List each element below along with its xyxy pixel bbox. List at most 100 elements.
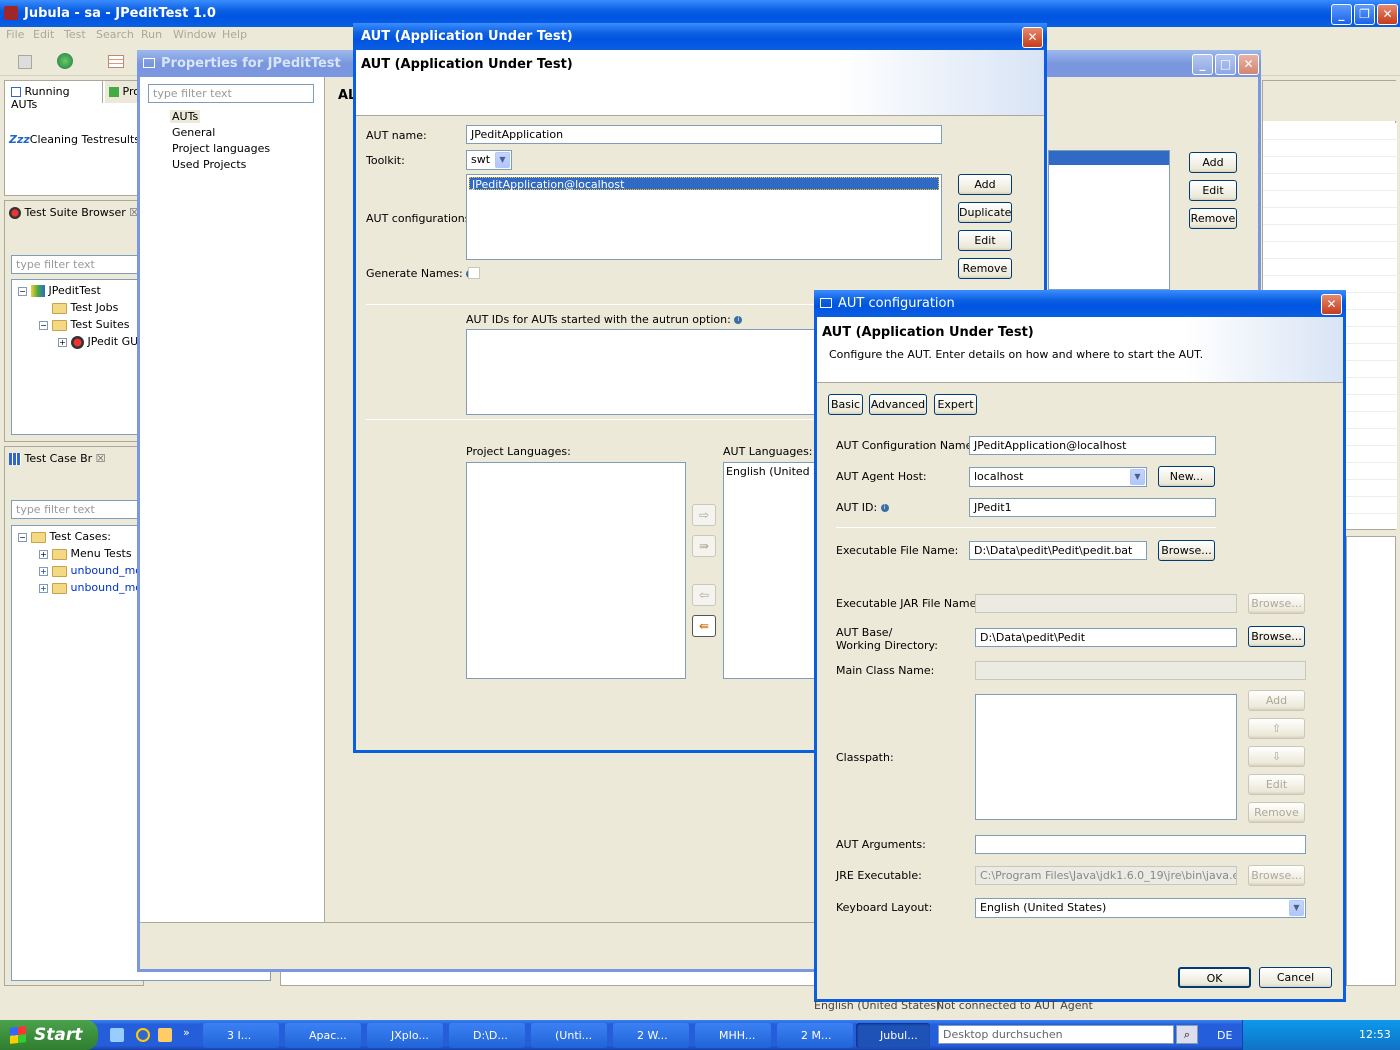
aut-list-selected-row[interactable] xyxy=(1049,151,1169,165)
expand-icon[interactable]: + xyxy=(39,583,48,593)
aut-config-title-bar[interactable]: AUT configuration ✕ xyxy=(814,290,1346,317)
aut-languages-list[interactable]: English (United Sta xyxy=(723,462,823,679)
close-button[interactable]: ✕ xyxy=(1238,54,1259,75)
taskbar-button[interactable]: JXplo... xyxy=(367,1023,443,1048)
nav-item-project-languages[interactable]: Project languages xyxy=(172,142,270,155)
save-icon[interactable] xyxy=(18,55,32,69)
properties-filter-input[interactable]: type filter text xyxy=(148,84,314,103)
advanced-mode-button[interactable]: Advanced xyxy=(869,394,927,415)
exe-browse-button[interactable]: Browse... xyxy=(1158,540,1215,561)
search-icon[interactable]: ⌕ xyxy=(1176,1025,1198,1044)
aut-edit-button[interactable]: Edit xyxy=(1189,180,1237,201)
autrun-list[interactable] xyxy=(466,329,826,415)
aut-id-input[interactable]: JPedit1 xyxy=(969,498,1216,517)
language-indicator[interactable]: DE xyxy=(1217,1029,1232,1042)
collapse-icon[interactable]: − xyxy=(18,286,27,296)
config-name-input[interactable]: JPeditApplication@localhost xyxy=(969,436,1216,455)
aut-dialog-title-bar[interactable]: AUT (Application Under Test) ✕ xyxy=(353,23,1047,50)
project-languages-list[interactable] xyxy=(466,462,686,679)
tree-item-jpedit-gui[interactable]: + JPedit GU xyxy=(58,335,138,349)
base-dir-browse-button[interactable]: Browse... xyxy=(1248,626,1305,647)
start-button[interactable]: Start xyxy=(0,1020,98,1050)
menu-window[interactable]: Window xyxy=(173,28,216,41)
expert-mode-button[interactable]: Expert xyxy=(934,394,977,415)
menu-run[interactable]: Run xyxy=(141,28,162,41)
aut-configurations-list[interactable]: JPeditApplication@localhost xyxy=(466,174,942,260)
tree-item-test-jobs[interactable]: Test Jobs xyxy=(52,301,118,314)
tree-item-test-cases[interactable]: − Test Cases: xyxy=(18,530,111,543)
config-duplicate-button[interactable]: Duplicate xyxy=(958,202,1012,223)
taskbar-button[interactable]: MHH... xyxy=(695,1023,771,1048)
taskbar-button[interactable]: Apac... xyxy=(285,1023,361,1048)
collapse-icon[interactable]: − xyxy=(39,320,48,330)
close-tab-icon[interactable]: ☒ xyxy=(96,452,106,465)
quicklaunch-icon[interactable] xyxy=(158,1028,172,1042)
aut-language-item[interactable]: English (United Sta xyxy=(726,465,822,478)
test-suite-filter-input[interactable]: type filter text xyxy=(11,255,145,274)
arrow-left-icon[interactable]: ⇦ xyxy=(692,584,716,606)
aut-add-button[interactable]: Add xyxy=(1189,152,1237,173)
taskbar-button[interactable]: D:\D... xyxy=(449,1023,525,1048)
nav-item-used-projects[interactable]: Used Projects xyxy=(172,158,246,171)
chevron-down-icon[interactable]: ▼ xyxy=(495,152,510,168)
menu-test[interactable]: Test xyxy=(64,28,86,41)
aut-remove-button[interactable]: Remove xyxy=(1189,208,1237,229)
double-arrow-left-icon[interactable]: ⇚ xyxy=(692,615,716,637)
globe-icon[interactable] xyxy=(57,53,73,69)
arrow-right-icon[interactable]: ⇨ xyxy=(692,504,716,526)
ok-button[interactable]: OK xyxy=(1178,967,1251,988)
menu-edit[interactable]: Edit xyxy=(33,28,54,41)
table-icon[interactable] xyxy=(108,55,124,68)
minimize-button[interactable]: _ xyxy=(1192,54,1213,75)
chevron-down-icon[interactable]: ▼ xyxy=(1130,469,1145,485)
restore-button[interactable]: ❐ xyxy=(1354,4,1375,25)
maximize-button[interactable]: □ xyxy=(1215,54,1236,75)
tab-test-case-browser[interactable]: Test Case Br ☒ xyxy=(5,447,131,471)
minimize-button[interactable]: _ xyxy=(1331,4,1352,25)
taskbar-button[interactable]: 2 M... xyxy=(777,1023,853,1048)
test-case-filter-input[interactable]: type filter text xyxy=(11,500,145,519)
taskbar-button[interactable]: (Unti... xyxy=(531,1023,607,1048)
ie-icon[interactable] xyxy=(136,1028,150,1042)
expand-icon[interactable]: + xyxy=(39,549,48,559)
tab-test-suite-browser[interactable]: Test Suite Browser ☒ xyxy=(5,201,141,225)
tab-running-auts[interactable]: Running AUTs xyxy=(5,81,103,111)
taskbar-button[interactable]: 3 I... xyxy=(203,1023,279,1048)
quicklaunch-icon[interactable] xyxy=(110,1028,124,1042)
keyboard-layout-select[interactable]: English (United States) ▼ xyxy=(975,898,1306,918)
base-dir-input[interactable]: D:\Data\pedit\Pedit xyxy=(975,628,1237,647)
basic-mode-button[interactable]: Basic xyxy=(828,394,863,415)
desktop-search-input[interactable]: Desktop durchsuchen xyxy=(938,1025,1174,1044)
tree-item-test-suites[interactable]: − Test Suites xyxy=(39,318,129,331)
collapse-icon[interactable]: − xyxy=(18,532,27,542)
agent-host-select[interactable]: localhost ▼ xyxy=(969,467,1147,487)
config-remove-button[interactable]: Remove xyxy=(958,258,1012,279)
tree-item-unbound-2[interactable]: + unbound_mo xyxy=(39,581,142,594)
toolkit-select[interactable]: swt ▼ xyxy=(466,150,512,170)
tree-item-menu-tests[interactable]: + Menu Tests xyxy=(39,547,132,560)
taskbar-button-active[interactable]: Jubul... xyxy=(856,1023,930,1048)
double-arrow-right-icon[interactable]: ⇛ xyxy=(692,535,716,557)
menu-help[interactable]: Help xyxy=(222,28,247,41)
taskbar-button[interactable]: 2 W... xyxy=(613,1023,689,1048)
cancel-button[interactable]: Cancel xyxy=(1259,967,1332,988)
tree-item-project[interactable]: − JPeditTest xyxy=(18,284,101,297)
menu-file[interactable]: File xyxy=(6,28,24,41)
exe-file-input[interactable]: D:\Data\pedit\Pedit\pedit.bat xyxy=(969,541,1147,560)
aut-arguments-input[interactable] xyxy=(975,835,1306,854)
menu-search[interactable]: Search xyxy=(96,28,134,41)
quicklaunch-chevron[interactable]: » xyxy=(183,1026,190,1039)
expand-icon[interactable]: + xyxy=(58,337,67,347)
tree-item-unbound-1[interactable]: + unbound_mo xyxy=(39,564,142,577)
generate-names-checkbox[interactable] xyxy=(468,267,480,279)
new-host-button[interactable]: New... xyxy=(1158,466,1215,487)
classpath-list[interactable] xyxy=(975,694,1237,820)
config-edit-button[interactable]: Edit xyxy=(958,230,1012,251)
config-add-button[interactable]: Add xyxy=(958,174,1012,195)
aut-config-row[interactable]: JPeditApplication@localhost xyxy=(469,177,939,191)
close-button[interactable]: ✕ xyxy=(1321,294,1342,315)
expand-icon[interactable]: + xyxy=(39,566,48,576)
nav-item-auts[interactable]: AUTs xyxy=(170,110,201,123)
chevron-down-icon[interactable]: ▼ xyxy=(1289,900,1304,916)
nav-item-general[interactable]: General xyxy=(172,126,215,139)
